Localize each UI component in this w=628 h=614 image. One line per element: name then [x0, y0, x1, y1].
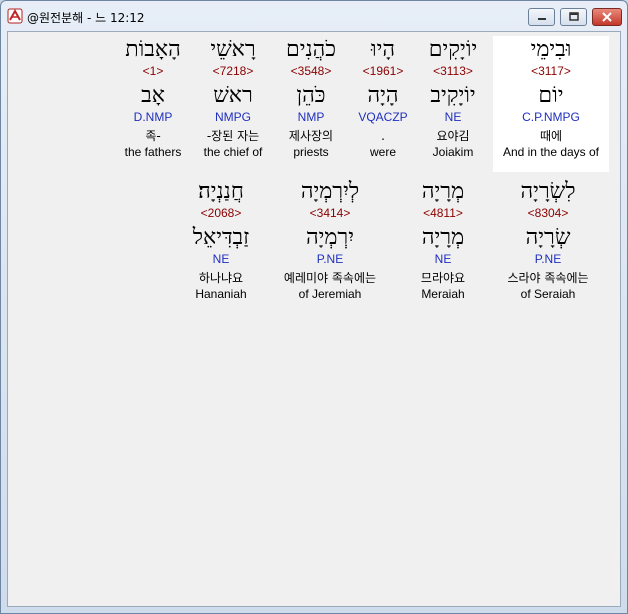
strong-number[interactable]: <3117>: [493, 64, 609, 78]
morph-code: P.NE: [534, 252, 562, 266]
english-gloss: of Seraiah: [520, 287, 576, 301]
korean-gloss: 하나냐요: [198, 271, 244, 285]
word-card[interactable]: מְרָיָה <4811> מְרָיָה NE 므라야요 Meraiah: [388, 178, 498, 301]
korean-gloss: 므라야요: [420, 271, 466, 285]
maximize-button[interactable]: [560, 8, 587, 26]
strong-number[interactable]: <2068>: [166, 206, 276, 220]
korean-gloss: 때에: [539, 129, 563, 143]
hebrew-word: הָאָבוֹת: [125, 37, 181, 62]
hebrew-lemma: יִרְמְיָה: [305, 225, 355, 250]
hebrew-lemma: אָב: [141, 83, 165, 108]
morph-code: NE: [434, 252, 452, 266]
strong-number[interactable]: <4811>: [388, 206, 498, 220]
morph-code: C.P.NMPG: [522, 110, 580, 124]
english-gloss: Hananiah: [195, 287, 247, 301]
hebrew-word: מְרָיָה: [421, 179, 465, 204]
morph-code: P.NE: [316, 252, 344, 266]
word-card[interactable]: חֲנַנְיָה׃ <2068> זַבְדִּיאֵל NE 하나냐요 Ha…: [166, 178, 276, 301]
word-card[interactable]: הָאָבוֹת <1> אָב D.NMP 족- the fathers: [98, 36, 208, 159]
title-bar[interactable]: @원전분해 - 느 12:12: [1, 1, 627, 31]
english-gloss: Meraiah: [421, 287, 465, 301]
english-gloss: of Jeremiah: [298, 287, 362, 301]
app-icon[interactable]: [7, 8, 23, 24]
word-card[interactable]: לִשְׂרָיָה <8304> שְׂרָיָה P.NE 스라야 족속에는…: [488, 178, 608, 301]
hebrew-lemma: זַבְדִּיאֵל: [192, 225, 250, 250]
hebrew-word: חֲנַנְיָה׃: [198, 179, 244, 204]
minimize-icon: [537, 18, 546, 20]
minimize-button[interactable]: [528, 8, 555, 26]
hebrew-word: לִשְׂרָיָה: [520, 179, 576, 204]
app-window: @원전분해 - 느 12:12 וּבִימֵי <3117> יוֹם C.P…: [0, 0, 628, 614]
close-icon: [602, 12, 612, 22]
hebrew-word: לְיִרְמְיָה: [300, 179, 360, 204]
hebrew-lemma: יוֹם: [538, 83, 564, 108]
close-button[interactable]: [592, 8, 622, 26]
korean-gloss: 예레미야 족속에는: [283, 271, 377, 285]
hebrew-lemma: שְׂרָיָה: [525, 225, 571, 250]
strong-number[interactable]: <1>: [98, 64, 208, 78]
korean-gloss: 족-: [145, 129, 161, 143]
morph-code: D.NMP: [133, 110, 173, 124]
hebrew-word: וּבִימֵי: [530, 37, 572, 62]
word-card[interactable]: לְיִרְמְיָה <3414> יִרְמְיָה P.NE 예레미야 족…: [262, 178, 398, 301]
morph-code: NE: [212, 252, 230, 266]
window-title: @원전분해 - 느 12:12: [27, 11, 145, 25]
maximize-icon: [568, 12, 579, 21]
word-card[interactable]: וּבִימֵי <3117> יוֹם C.P.NMPG 때에 And in …: [493, 36, 609, 172]
strong-number[interactable]: <3414>: [262, 206, 398, 220]
hebrew-lemma: מְרָיָה: [421, 225, 465, 250]
interlinear-view[interactable]: וּבִימֵי <3117> יוֹם C.P.NMPG 때에 And in …: [7, 31, 621, 607]
strong-number[interactable]: <8304>: [488, 206, 608, 220]
english-gloss: And in the days of: [502, 145, 600, 159]
english-gloss: the fathers: [124, 145, 182, 159]
korean-gloss: 스라야 족속에는: [507, 271, 589, 285]
